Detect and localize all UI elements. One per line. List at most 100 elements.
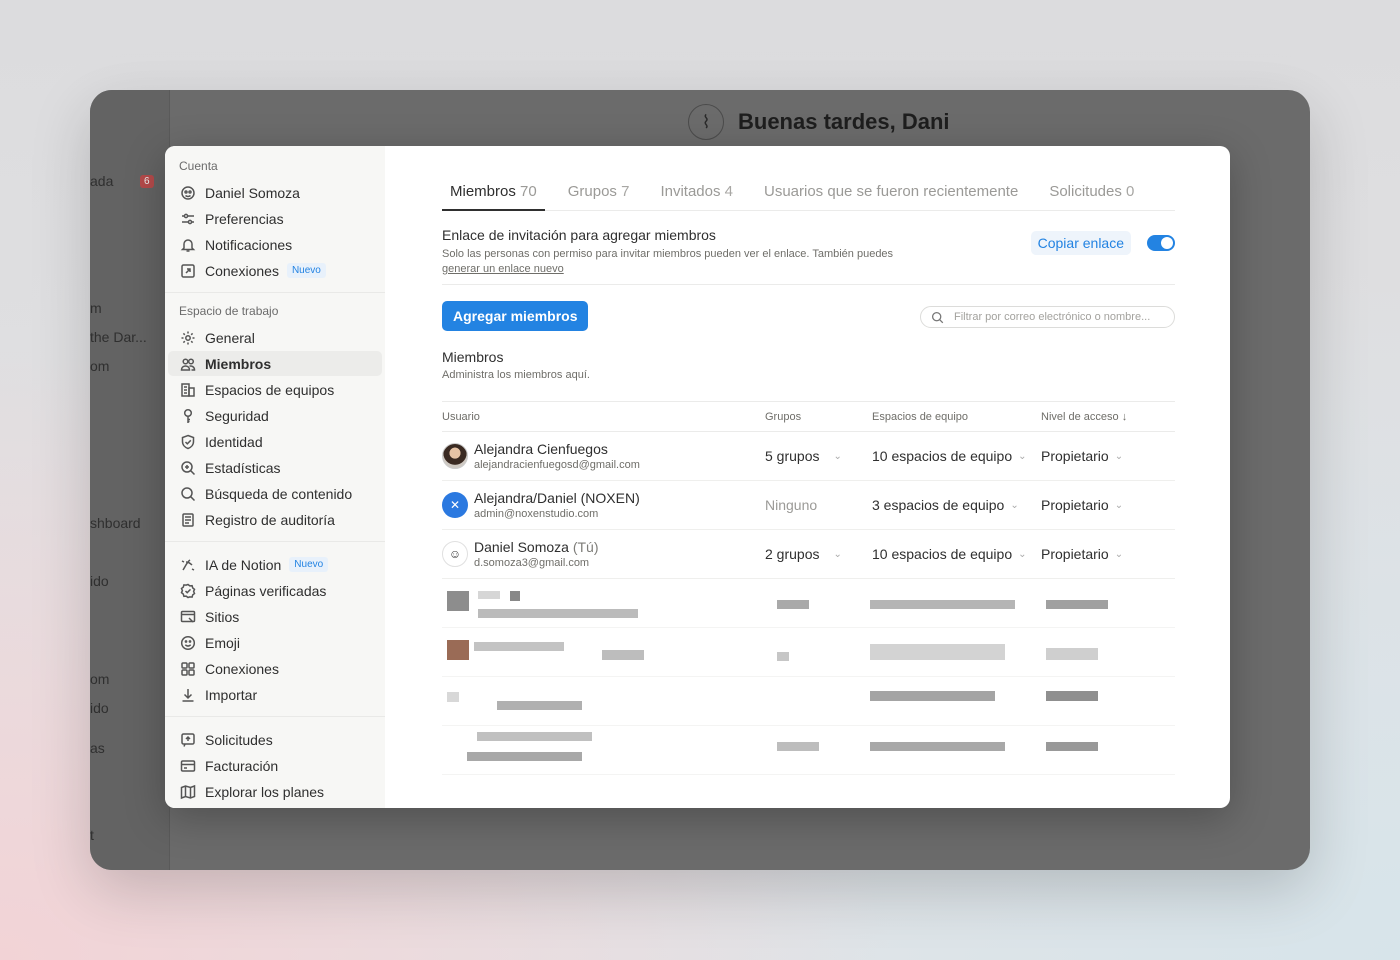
access-value: Propietario (1041, 546, 1109, 562)
palm-tree-icon: ⌇ (688, 104, 724, 140)
members-panel: Miembros 70 Grupos 7 Invitados 4 Usuario… (442, 146, 1175, 808)
column-header-teamspaces[interactable]: Espacios de equipo (872, 411, 1041, 423)
groups-value: 5 grupos (765, 448, 820, 464)
sidebar-item-identity[interactable]: Identidad (168, 429, 382, 454)
you-label: (Tú) (572, 538, 599, 555)
sidebar-item-security[interactable]: Seguridad (168, 403, 382, 428)
access-level-dropdown[interactable]: Propietario ⌄ (1041, 546, 1175, 562)
sidebar-item-emoji[interactable]: Emoji (168, 630, 382, 655)
chevron-down-icon: ⌄ (1018, 548, 1027, 560)
chevron-down-icon: ⌄ (1114, 548, 1124, 560)
sidebar-item-import[interactable]: Importar (168, 682, 382, 707)
external-link-icon (179, 262, 197, 280)
sidebar-item-plans[interactable]: Explorar los planes (168, 779, 382, 804)
tab-label: Solicitudes (1049, 183, 1122, 200)
map-icon (179, 783, 197, 801)
tab-label: Miembros (450, 183, 516, 200)
column-header-access-level[interactable]: Nivel de acceso ↓ (1041, 411, 1175, 423)
sidebar-item-label: Miembros (205, 355, 272, 372)
bg-sidebar-fragment: ido (90, 700, 109, 716)
tab-label: Usuarios que se fueron recientemente (764, 183, 1019, 200)
sidebar-item-sites[interactable]: Sitios (168, 604, 382, 629)
tab-guests[interactable]: Invitados 4 (652, 183, 741, 211)
teamspaces-dropdown[interactable]: 10 espacios de equipo ⌄ (872, 546, 1041, 562)
sidebar-item-label: Preferencias (205, 210, 284, 227)
teamspaces-dropdown[interactable]: 3 espacios de equipo ⌄ (872, 497, 1041, 513)
bg-sidebar-fragment: t (90, 827, 94, 843)
sidebar-item-verified-pages[interactable]: Páginas verificadas (168, 578, 382, 603)
sidebar-item-label: Identidad (205, 433, 263, 450)
invite-description: Solo las personas con permiso para invit… (442, 247, 942, 277)
sidebar-item-general[interactable]: General (168, 325, 382, 350)
settings-sidebar: Cuenta Daniel Somoza Preferencias Notifi… (165, 146, 385, 808)
pixel-block (777, 742, 819, 751)
access-level-dropdown[interactable]: Propietario ⌄ (1041, 448, 1175, 464)
avatar: ✕ (442, 492, 468, 518)
user-name: Alejandra Cienfuegos (474, 440, 608, 457)
pixel-block (447, 591, 469, 611)
sidebar-item-label: Explorar los planes (205, 783, 325, 800)
sidebar-item-analytics[interactable]: Estadísticas (168, 455, 382, 480)
pixelated-row (442, 628, 1175, 677)
tab-requests[interactable]: Solicitudes 0 (1041, 183, 1142, 211)
invite-link-toggle[interactable] (1147, 235, 1175, 251)
sidebar-item-preferences[interactable]: Preferencias (168, 206, 382, 231)
members-header: Miembros Administra los miembros aquí. (442, 349, 1175, 381)
sidebar-item-integrations[interactable]: Conexiones (168, 656, 382, 681)
filter-search-box[interactable] (920, 306, 1175, 328)
sidebar-item-billing[interactable]: Facturación (168, 753, 382, 778)
pixel-block (777, 652, 789, 661)
sidebar-item-connections[interactable]: Conexiones Nuevo (168, 258, 382, 283)
sidebar-item-label: Notificaciones (205, 236, 293, 253)
pixelated-row (442, 677, 1175, 726)
chevron-down-icon: ⌄ (1010, 499, 1019, 511)
sidebar-item-label: Emoji (205, 634, 241, 651)
sidebar-item-profile[interactable]: Daniel Somoza (168, 180, 382, 205)
groups-dropdown[interactable]: 2 grupos ⌄ (765, 546, 872, 562)
avatar-icon (179, 184, 197, 202)
tab-count: 4 (724, 183, 733, 200)
sidebar-item-members[interactable]: Miembros (168, 351, 382, 376)
pixel-block (467, 752, 582, 761)
sidebar-item-notion-ai[interactable]: IA de Notion Nuevo (168, 552, 382, 577)
tab-recently-left[interactable]: Usuarios que se fueron recientemente (756, 183, 1026, 211)
groups-dropdown[interactable]: 5 grupos ⌄ (765, 448, 872, 464)
chevron-down-icon: ⌄ (833, 548, 842, 560)
pixel-block (1046, 648, 1098, 660)
pixel-block (447, 692, 459, 702)
teamspaces-value: 10 espacios de equipo (872, 448, 1013, 464)
access-level-dropdown[interactable]: Propietario ⌄ (1041, 497, 1175, 513)
sidebar-item-requests[interactable]: Solicitudes (168, 727, 382, 752)
people-icon (179, 355, 197, 373)
bg-sidebar-fragment: as (90, 740, 105, 756)
sidebar-item-notifications[interactable]: Notificaciones (168, 232, 382, 257)
settings-modal: Cuenta Daniel Somoza Preferencias Notifi… (165, 146, 1230, 808)
tab-groups[interactable]: Grupos 7 (560, 183, 638, 211)
add-members-button[interactable]: Agregar miembros (442, 301, 589, 331)
pixel-block (1046, 742, 1098, 751)
table-row: ✕ Alejandra/Daniel (NOXEN) admin@noxenst… (442, 481, 1175, 530)
pixel-block (870, 691, 995, 701)
sidebar-item-content-search[interactable]: Búsqueda de contenido (168, 481, 382, 506)
sidebar-item-teamspaces[interactable]: Espacios de equipos (168, 377, 382, 402)
table-row: ☺ Daniel Somoza (Tú) d.somoza3@gmail.com… (442, 530, 1175, 579)
teamspaces-dropdown[interactable]: 10 espacios de equipo ⌄ (872, 448, 1041, 464)
chevron-down-icon: ⌄ (833, 450, 842, 462)
tab-count: 0 (1126, 183, 1135, 200)
tab-members[interactable]: Miembros 70 (442, 183, 545, 211)
column-header-groups[interactable]: Grupos (765, 411, 872, 423)
sidebar-item-label: Sitios (205, 608, 240, 625)
background-greeting: ⌇ Buenas tardes, Dani (688, 104, 950, 140)
teamspaces-value: 3 espacios de equipo (872, 497, 1005, 513)
column-header-user[interactable]: Usuario (442, 411, 765, 423)
copy-link-button[interactable]: Copiar enlace (1030, 231, 1131, 255)
user-name: Daniel Somoza (Tú) (474, 539, 599, 556)
sidebar-divider (165, 541, 385, 542)
sidebar-item-audit-log[interactable]: Registro de auditoría (168, 507, 382, 532)
generate-new-link[interactable]: generar un enlace nuevo (442, 263, 564, 275)
filter-input[interactable] (954, 311, 1169, 323)
sidebar-item-label: Registro de auditoría (205, 511, 335, 528)
members-title: Miembros (442, 349, 504, 365)
pixel-block (474, 642, 564, 651)
table-header: Usuario Grupos Espacios de equipo Nivel … (442, 402, 1175, 432)
